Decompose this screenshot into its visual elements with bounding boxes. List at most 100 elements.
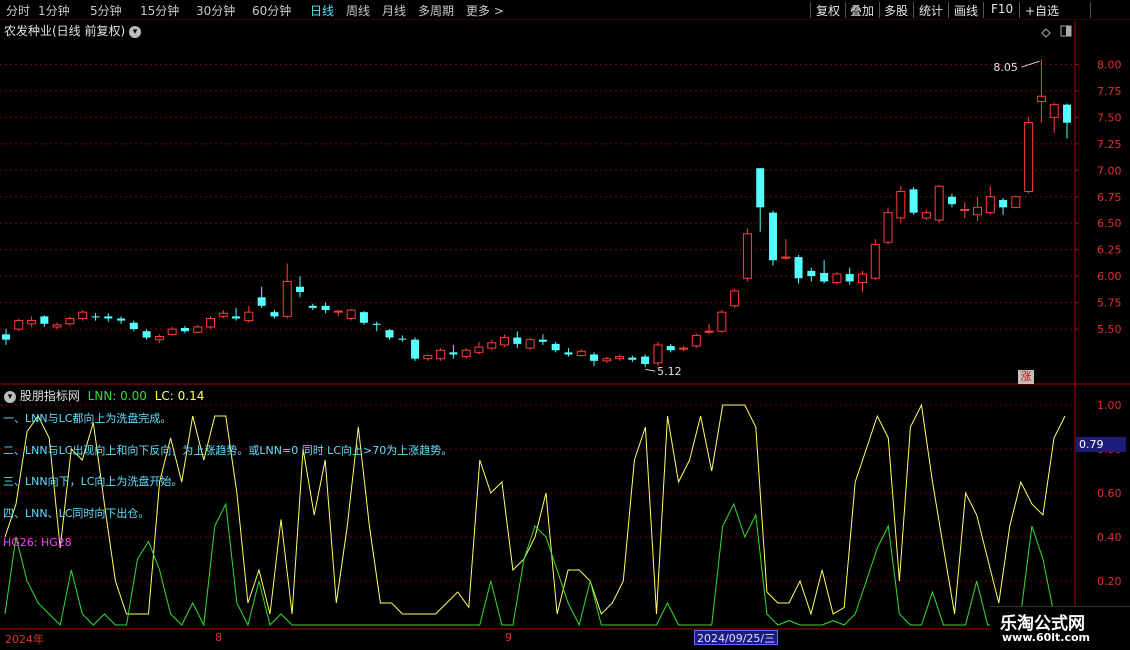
candle [896, 186, 906, 224]
toolbar-divider [948, 2, 949, 18]
candle [167, 326, 177, 336]
candle-body [193, 326, 203, 333]
candle [232, 307, 241, 321]
candle-body [576, 350, 586, 357]
candle-body [500, 337, 510, 346]
candle-body [1036, 95, 1046, 103]
price-tick-label: 5.50 [1097, 323, 1122, 336]
candle-body [857, 273, 867, 284]
toolbar-divider [1019, 2, 1020, 18]
candle-body [628, 357, 637, 360]
period-monthly[interactable]: 月线 [382, 2, 406, 19]
candle [857, 270, 867, 293]
candle [820, 260, 829, 284]
candle [65, 316, 75, 326]
window-icon [1060, 25, 1072, 37]
candle [973, 196, 983, 222]
candle [807, 267, 816, 282]
candle [474, 341, 484, 355]
draw-line-button[interactable]: 画线 [954, 2, 978, 19]
chevron-down-icon[interactable]: ▾ [129, 25, 142, 38]
period-daily[interactable]: 日线 [310, 2, 334, 19]
candle-body [781, 256, 791, 259]
candle-body [40, 316, 49, 324]
candle [487, 339, 497, 351]
candle [781, 239, 791, 261]
candle-body [1011, 196, 1021, 208]
period-15min[interactable]: 15分钟 [140, 2, 179, 19]
candle [423, 354, 433, 361]
candle-body [167, 328, 177, 335]
indicator-grid [0, 404, 1075, 582]
multi-stock-button[interactable]: 多股 [884, 2, 908, 19]
statistics-button[interactable]: 统计 [919, 2, 943, 19]
candle-body [896, 190, 906, 219]
candle [576, 349, 586, 357]
candle-body [411, 339, 420, 359]
candle [308, 303, 317, 311]
candle [52, 322, 62, 330]
candle [999, 197, 1008, 215]
stock-name: 农发种业(日线 前复权) [4, 24, 126, 38]
period-intraday[interactable]: 分时 [6, 2, 30, 19]
period-60min[interactable]: 60分钟 [252, 2, 291, 19]
candle [78, 310, 88, 321]
candle [525, 337, 535, 351]
price-grid [0, 20, 1130, 630]
period-1min[interactable]: 1分钟 [38, 2, 70, 19]
candle-body [65, 317, 75, 325]
candle [832, 271, 842, 285]
period-multi[interactable]: 多周期 [418, 2, 454, 19]
candles [2, 59, 1071, 368]
candle-body [845, 274, 854, 282]
candle-body [653, 344, 663, 364]
candle [615, 354, 625, 361]
candle-body [832, 273, 842, 284]
candle-body [270, 312, 279, 317]
lnn-value: LNN: 0.00 [87, 389, 147, 403]
price-axis: 8.00 7.75 7.50 7.25 7.00 6.75 6.50 6.25 6.00 5.75… [1075, 58, 1122, 336]
candle-body [883, 212, 893, 243]
candle [794, 254, 803, 284]
candle [91, 313, 100, 321]
period-weekly[interactable]: 周线 [346, 2, 370, 19]
candle [730, 288, 740, 308]
candle-body [794, 257, 803, 279]
candle-body [564, 352, 573, 355]
overlay-button[interactable]: 叠加 [850, 2, 874, 19]
candle-body [180, 328, 189, 332]
candle-body [909, 189, 918, 213]
candle-body [615, 356, 625, 360]
candle [947, 193, 956, 208]
candle-body [525, 339, 535, 349]
candle [218, 310, 228, 319]
candle-body [104, 316, 113, 319]
lc-series-line [4, 403, 1066, 616]
chevron-down-icon[interactable]: ▾ [4, 390, 16, 403]
rise-badge: 涨 [1018, 370, 1034, 384]
candle [282, 263, 292, 319]
period-5min[interactable]: 5分钟 [90, 2, 122, 19]
candle [538, 334, 547, 345]
period-more[interactable]: 更多 > [466, 2, 504, 19]
candle [564, 348, 573, 357]
candle-body [449, 352, 458, 355]
restore-rights-button[interactable]: 复权 [816, 2, 840, 19]
candle [206, 316, 216, 330]
toolbar-divider [845, 2, 846, 18]
candle-body [385, 330, 394, 338]
watermark-url: www.60lt.com [1002, 631, 1091, 644]
f10-button[interactable]: F10 [991, 2, 1013, 16]
candle-body [960, 208, 970, 212]
candle-body [244, 311, 254, 322]
period-30min[interactable]: 30分钟 [196, 2, 235, 19]
candle-body [590, 354, 599, 361]
candle-body [704, 330, 714, 333]
candle-body [602, 358, 612, 362]
window-icon-fill [1066, 26, 1071, 36]
candle [1024, 117, 1034, 194]
candle-body [372, 323, 381, 325]
indicator-note-3: 三、LNN向下，LC向上为洗盘开始。 [3, 475, 183, 488]
candle-body [474, 346, 484, 353]
mark-button[interactable]: +自选 [1025, 2, 1059, 19]
